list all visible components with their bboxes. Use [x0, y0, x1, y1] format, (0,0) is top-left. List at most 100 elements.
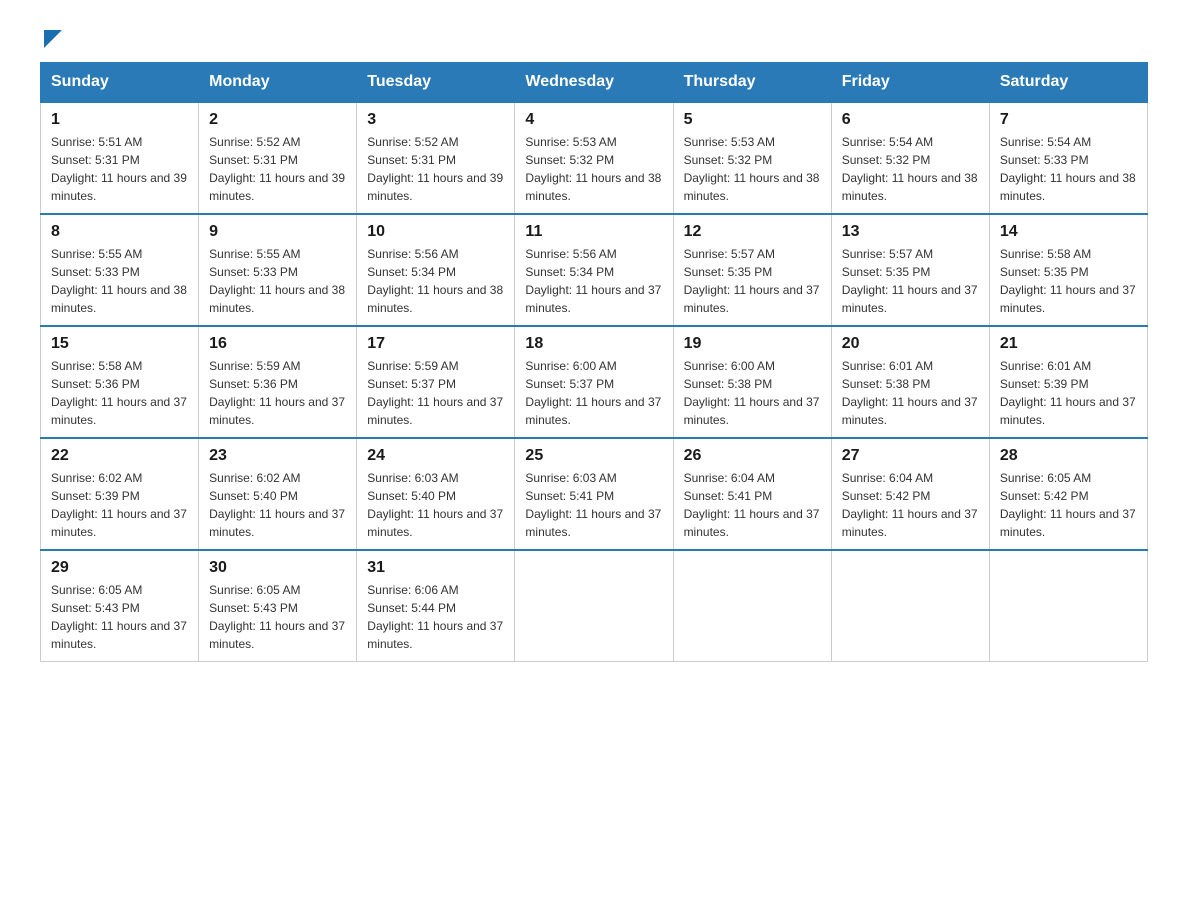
day-info: Sunrise: 5:58 AMSunset: 5:36 PMDaylight:… [51, 357, 188, 429]
calendar-cell: 3 Sunrise: 5:52 AMSunset: 5:31 PMDaylight… [357, 102, 515, 214]
header-friday: Friday [831, 63, 989, 103]
day-info: Sunrise: 5:58 AMSunset: 5:35 PMDaylight:… [1000, 245, 1137, 317]
calendar-cell: 19Sunrise: 6:00 AMSunset: 5:38 PMDayligh… [673, 326, 831, 438]
day-info: Sunrise: 6:05 AMSunset: 5:43 PMDaylight:… [209, 581, 346, 653]
day-number: 16 [209, 335, 346, 353]
day-number: 14 [1000, 223, 1137, 241]
calendar-cell: 10 Sunrise: 5:56 AMSunset: 5:34 PMDayligh… [357, 214, 515, 326]
day-number: 13 [842, 223, 979, 241]
day-number: 30 [209, 559, 346, 577]
logo [40, 30, 62, 46]
calendar-cell: 29 Sunrise: 6:05 AMSunset: 5:43 PMDayligh… [41, 550, 199, 662]
week-row-4: 22Sunrise: 6:02 AMSunset: 5:39 PMDayligh… [41, 438, 1148, 550]
day-info: Sunrise: 5:52 AMSunset: 5:31 PMDaylight:… [367, 133, 504, 205]
day-info: Sunrise: 5:57 AMSunset: 5:35 PMDaylight:… [684, 245, 821, 317]
page-header [40, 30, 1148, 46]
calendar-cell: 18 Sunrise: 6:00 AMSunset: 5:37 PMDayligh… [515, 326, 673, 438]
day-info: Sunrise: 5:57 AMSunset: 5:35 PMDaylight:… [842, 245, 979, 317]
day-info: Sunrise: 5:56 AMSunset: 5:34 PMDaylight:… [367, 245, 504, 317]
day-info: Sunrise: 5:53 AMSunset: 5:32 PMDaylight:… [525, 133, 662, 205]
calendar-cell: 25 Sunrise: 6:03 AMSunset: 5:41 PMDayligh… [515, 438, 673, 550]
calendar-cell: 21Sunrise: 6:01 AMSunset: 5:39 PMDayligh… [989, 326, 1147, 438]
day-info: Sunrise: 6:01 AMSunset: 5:38 PMDaylight:… [842, 357, 979, 429]
calendar-cell: 6 Sunrise: 5:54 AMSunset: 5:32 PMDaylight… [831, 102, 989, 214]
day-number: 27 [842, 447, 979, 465]
day-number: 2 [209, 111, 346, 129]
header-saturday: Saturday [989, 63, 1147, 103]
day-info: Sunrise: 6:05 AMSunset: 5:42 PMDaylight:… [1000, 469, 1137, 541]
calendar-table: SundayMondayTuesdayWednesdayThursdayFrid… [40, 62, 1148, 662]
day-info: Sunrise: 5:55 AMSunset: 5:33 PMDaylight:… [51, 245, 188, 317]
calendar-cell: 28 Sunrise: 6:05 AMSunset: 5:42 PMDayligh… [989, 438, 1147, 550]
header-row: SundayMondayTuesdayWednesdayThursdayFrid… [41, 63, 1148, 103]
calendar-cell [673, 550, 831, 662]
day-number: 8 [51, 223, 188, 241]
week-row-1: 1Sunrise: 5:51 AMSunset: 5:31 PMDaylight… [41, 102, 1148, 214]
day-number: 3 [367, 111, 504, 129]
calendar-cell: 5Sunrise: 5:53 AMSunset: 5:32 PMDaylight… [673, 102, 831, 214]
calendar-cell: 14 Sunrise: 5:58 AMSunset: 5:35 PMDayligh… [989, 214, 1147, 326]
calendar-cell: 12 Sunrise: 5:57 AMSunset: 5:35 PMDayligh… [673, 214, 831, 326]
day-info: Sunrise: 6:03 AMSunset: 5:40 PMDaylight:… [367, 469, 504, 541]
day-number: 31 [367, 559, 504, 577]
calendar-cell: 22Sunrise: 6:02 AMSunset: 5:39 PMDayligh… [41, 438, 199, 550]
day-info: Sunrise: 5:59 AMSunset: 5:37 PMDaylight:… [367, 357, 504, 429]
calendar-cell: 24 Sunrise: 6:03 AMSunset: 5:40 PMDayligh… [357, 438, 515, 550]
calendar-cell: 23Sunrise: 6:02 AMSunset: 5:40 PMDayligh… [199, 438, 357, 550]
day-info: Sunrise: 6:02 AMSunset: 5:39 PMDaylight:… [51, 469, 188, 541]
calendar-cell [831, 550, 989, 662]
calendar-cell: 8 Sunrise: 5:55 AMSunset: 5:33 PMDaylight… [41, 214, 199, 326]
calendar-cell: 1Sunrise: 5:51 AMSunset: 5:31 PMDaylight… [41, 102, 199, 214]
day-number: 9 [209, 223, 346, 241]
day-number: 18 [525, 335, 662, 353]
calendar-cell: 11Sunrise: 5:56 AMSunset: 5:34 PMDayligh… [515, 214, 673, 326]
day-info: Sunrise: 6:04 AMSunset: 5:41 PMDaylight:… [684, 469, 821, 541]
calendar-cell: 4 Sunrise: 5:53 AMSunset: 5:32 PMDaylight… [515, 102, 673, 214]
day-number: 10 [367, 223, 504, 241]
day-number: 28 [1000, 447, 1137, 465]
week-row-2: 8 Sunrise: 5:55 AMSunset: 5:33 PMDaylight… [41, 214, 1148, 326]
header-wednesday: Wednesday [515, 63, 673, 103]
day-number: 6 [842, 111, 979, 129]
day-info: Sunrise: 5:54 AMSunset: 5:33 PMDaylight:… [1000, 133, 1137, 205]
calendar-cell: 17Sunrise: 5:59 AMSunset: 5:37 PMDayligh… [357, 326, 515, 438]
day-info: Sunrise: 5:54 AMSunset: 5:32 PMDaylight:… [842, 133, 979, 205]
calendar-cell: 20Sunrise: 6:01 AMSunset: 5:38 PMDayligh… [831, 326, 989, 438]
header-monday: Monday [199, 63, 357, 103]
day-info: Sunrise: 6:02 AMSunset: 5:40 PMDaylight:… [209, 469, 346, 541]
calendar-cell: 15 Sunrise: 5:58 AMSunset: 5:36 PMDayligh… [41, 326, 199, 438]
calendar-cell [515, 550, 673, 662]
day-info: Sunrise: 5:53 AMSunset: 5:32 PMDaylight:… [684, 133, 821, 205]
calendar-cell: 27 Sunrise: 6:04 AMSunset: 5:42 PMDayligh… [831, 438, 989, 550]
week-row-5: 29 Sunrise: 6:05 AMSunset: 5:43 PMDayligh… [41, 550, 1148, 662]
calendar-cell: 9 Sunrise: 5:55 AMSunset: 5:33 PMDaylight… [199, 214, 357, 326]
calendar-cell: 13 Sunrise: 5:57 AMSunset: 5:35 PMDayligh… [831, 214, 989, 326]
day-number: 25 [525, 447, 662, 465]
header-sunday: Sunday [41, 63, 199, 103]
day-number: 7 [1000, 111, 1137, 129]
day-number: 26 [684, 447, 821, 465]
day-number: 29 [51, 559, 188, 577]
day-number: 15 [51, 335, 188, 353]
header-tuesday: Tuesday [357, 63, 515, 103]
day-number: 4 [525, 111, 662, 129]
day-info: Sunrise: 6:00 AMSunset: 5:37 PMDaylight:… [525, 357, 662, 429]
logo-triangle-icon [44, 30, 62, 48]
day-info: Sunrise: 6:00 AMSunset: 5:38 PMDaylight:… [684, 357, 821, 429]
day-info: Sunrise: 6:06 AMSunset: 5:44 PMDaylight:… [367, 581, 504, 653]
day-info: Sunrise: 5:55 AMSunset: 5:33 PMDaylight:… [209, 245, 346, 317]
calendar-cell: 16 Sunrise: 5:59 AMSunset: 5:36 PMDayligh… [199, 326, 357, 438]
week-row-3: 15 Sunrise: 5:58 AMSunset: 5:36 PMDayligh… [41, 326, 1148, 438]
day-info: Sunrise: 5:51 AMSunset: 5:31 PMDaylight:… [51, 133, 188, 205]
header-thursday: Thursday [673, 63, 831, 103]
day-info: Sunrise: 6:05 AMSunset: 5:43 PMDaylight:… [51, 581, 188, 653]
day-info: Sunrise: 6:04 AMSunset: 5:42 PMDaylight:… [842, 469, 979, 541]
day-info: Sunrise: 6:03 AMSunset: 5:41 PMDaylight:… [525, 469, 662, 541]
day-number: 12 [684, 223, 821, 241]
day-info: Sunrise: 6:01 AMSunset: 5:39 PMDaylight:… [1000, 357, 1137, 429]
day-info: Sunrise: 5:59 AMSunset: 5:36 PMDaylight:… [209, 357, 346, 429]
day-number: 11 [525, 223, 662, 241]
day-number: 24 [367, 447, 504, 465]
calendar-cell [989, 550, 1147, 662]
calendar-cell: 30 Sunrise: 6:05 AMSunset: 5:43 PMDayligh… [199, 550, 357, 662]
